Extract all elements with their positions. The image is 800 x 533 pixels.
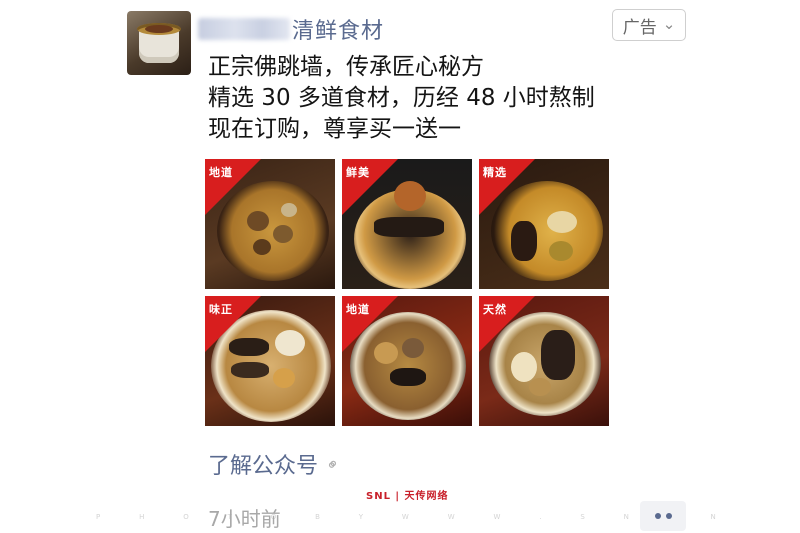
account-name[interactable]: 清鲜食材 [292,13,384,45]
image-tag: 精选 [483,166,507,179]
image-tag: 鲜美 [346,166,370,179]
learn-more-text[interactable]: 了解公众号 [208,448,318,480]
learn-more-link[interactable]: 了解公众号 ⚭ [208,448,344,480]
dot-icon [665,513,672,519]
ad-label-button[interactable]: 广告 ⌄ [612,9,686,41]
ad-line: 精选 30 多道食材，历经 48 小时熬制 [208,85,595,111]
ad-copy: 正宗佛跳墙，传承匠心秘方 精选 30 多道食材，历经 48 小时熬制 现在订购，… [208,52,595,145]
avatar-food [145,25,173,33]
watermark-logo: SNL | 天传网络 [366,491,449,502]
image-tag: 天然 [483,303,507,316]
name-redaction [198,18,290,40]
post-time: 7小时前 [208,507,281,531]
more-options-button[interactable] [640,501,686,531]
account-name-row[interactable]: 清鲜食材 [198,14,384,44]
image-tag: 地道 [209,166,233,179]
ad-image[interactable]: 天然 [479,296,609,426]
ad-image[interactable]: 味正 [205,296,335,426]
image-grid: 地道 鲜美 精选 味正 地道 天然 [205,159,609,426]
account-avatar[interactable] [127,11,191,75]
image-tag: 地道 [346,303,370,316]
dot-icon [654,513,661,519]
ad-image[interactable]: 鲜美 [342,159,472,289]
link-icon: ⚭ [321,452,345,476]
watermark-text: P H O T O B Y W W W . S N L N [96,513,716,521]
ad-label: 广告 [622,17,657,38]
image-tag: 味正 [209,303,233,316]
ad-image[interactable]: 地道 [205,159,335,289]
ad-image[interactable]: 精选 [479,159,609,289]
ad-line: 现在订购，尊享买一送一 [208,116,461,142]
ad-image[interactable]: 地道 [342,296,472,426]
chevron-down-icon: ⌄ [662,15,676,33]
ad-line: 正宗佛跳墙，传承匠心秘方 [208,54,484,80]
